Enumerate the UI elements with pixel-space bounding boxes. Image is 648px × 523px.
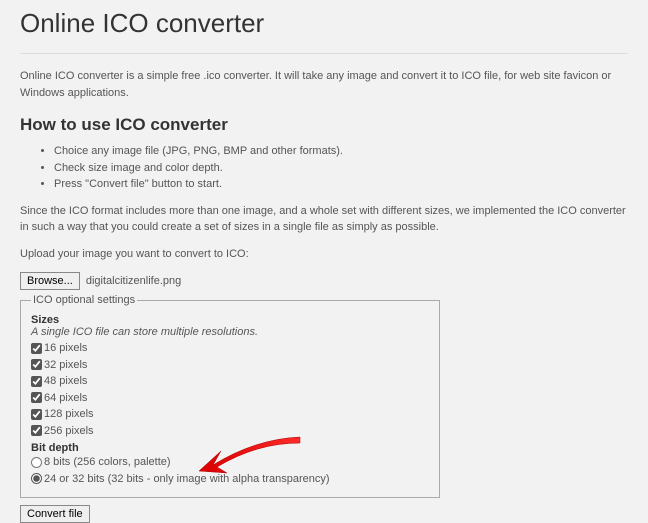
fieldset-legend: ICO optional settings (31, 294, 137, 306)
convert-button[interactable]: Convert file (20, 505, 90, 523)
size-label: 128 pixels (44, 406, 94, 423)
size-label: 64 pixels (44, 390, 87, 407)
ico-settings-fieldset: ICO optional settings Sizes A single ICO… (20, 294, 440, 498)
list-item: Check size image and color depth. (54, 160, 628, 177)
size-label: 32 pixels (44, 357, 87, 374)
size-option-16[interactable]: 16 pixels (31, 340, 429, 357)
divider (20, 53, 628, 54)
size-checkbox[interactable] (31, 409, 42, 420)
selected-filename: digitalcitizenlife.png (86, 275, 181, 287)
size-checkbox[interactable] (31, 343, 42, 354)
sizes-heading: Sizes (31, 314, 429, 326)
bitdepth-heading: Bit depth (31, 442, 429, 454)
size-option-64[interactable]: 64 pixels (31, 390, 429, 407)
sizes-subtitle: A single ICO file can store multiple res… (31, 326, 429, 338)
steps-list: Choice any image file (JPG, PNG, BMP and… (54, 143, 628, 193)
size-option-48[interactable]: 48 pixels (31, 373, 429, 390)
bitdepth-label: 24 or 32 bits (32 bits - only image with… (44, 471, 330, 488)
bitdepth-option-8[interactable]: 8 bits (256 colors, palette) (31, 454, 429, 471)
howto-heading: How to use ICO converter (20, 115, 628, 135)
bitdepth-label: 8 bits (256 colors, palette) (44, 454, 171, 471)
size-label: 48 pixels (44, 373, 87, 390)
bitdepth-option-24-32[interactable]: 24 or 32 bits (32 bits - only image with… (31, 471, 429, 488)
upload-label: Upload your image you want to convert to… (20, 246, 628, 263)
intro-text: Online ICO converter is a simple free .i… (20, 68, 628, 101)
upload-row: Browse... digitalcitizenlife.png (20, 272, 628, 290)
size-option-128[interactable]: 128 pixels (31, 406, 429, 423)
list-item: Choice any image file (JPG, PNG, BMP and… (54, 143, 628, 160)
list-item: Press "Convert file" button to start. (54, 176, 628, 193)
size-option-256[interactable]: 256 pixels (31, 423, 429, 440)
size-checkbox[interactable] (31, 359, 42, 370)
size-checkbox[interactable] (31, 376, 42, 387)
browse-button[interactable]: Browse... (20, 272, 80, 290)
page-title: Online ICO converter (20, 8, 628, 39)
bitdepth-radio[interactable] (31, 457, 42, 468)
size-checkbox[interactable] (31, 392, 42, 403)
size-option-32[interactable]: 32 pixels (31, 357, 429, 374)
size-label: 256 pixels (44, 423, 94, 440)
size-label: 16 pixels (44, 340, 87, 357)
description-text: Since the ICO format includes more than … (20, 203, 628, 236)
size-checkbox[interactable] (31, 425, 42, 436)
bitdepth-radio[interactable] (31, 473, 42, 484)
